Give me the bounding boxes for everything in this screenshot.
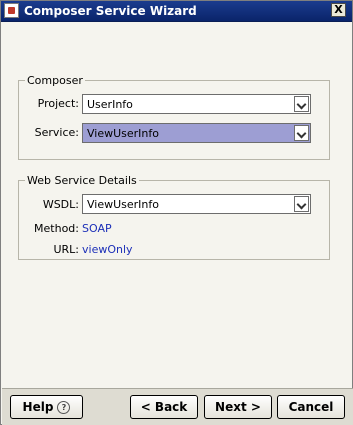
cancel-button-label: Cancel xyxy=(288,400,334,414)
service-label: Service: xyxy=(34,126,79,139)
wsdl-select-value: ViewUserInfo xyxy=(87,198,159,211)
web-service-legend: Web Service Details xyxy=(27,174,137,187)
wsdl-label: WSDL: xyxy=(42,198,79,211)
service-select-value: ViewUserInfo xyxy=(87,127,159,140)
help-button[interactable]: Help? xyxy=(10,395,83,419)
composer-group: Composer xyxy=(18,74,330,160)
wizard-window: Composer Service Wizard X Composer Proje… xyxy=(0,0,353,425)
button-bar: Help? < Back Next > Cancel xyxy=(2,389,353,425)
url-label: URL: xyxy=(53,243,79,256)
project-select[interactable]: UserInfo xyxy=(82,94,311,114)
help-button-label: Help xyxy=(22,400,54,414)
service-select[interactable]: ViewUserInfo xyxy=(82,123,311,143)
chevron-down-icon[interactable] xyxy=(294,196,309,212)
project-select-value: UserInfo xyxy=(87,98,133,111)
chevron-down-icon[interactable] xyxy=(294,125,309,141)
method-value: SOAP xyxy=(82,222,112,235)
back-button-label: < Back xyxy=(140,400,188,414)
next-button-label: Next > xyxy=(215,400,261,414)
close-button[interactable]: X xyxy=(331,3,346,17)
wizard-content: Composer Project: UserInfo Service: View… xyxy=(2,22,352,388)
app-icon xyxy=(4,3,19,18)
title-bar[interactable]: Composer Service Wizard X xyxy=(1,1,352,22)
project-label: Project: xyxy=(37,97,79,110)
help-icon: ? xyxy=(57,401,71,414)
cancel-button[interactable]: Cancel xyxy=(277,395,345,419)
wsdl-select[interactable]: ViewUserInfo xyxy=(82,194,311,214)
chevron-down-icon[interactable] xyxy=(294,96,309,112)
method-label: Method: xyxy=(34,222,79,235)
next-button[interactable]: Next > xyxy=(204,395,272,419)
window-title: Composer Service Wizard xyxy=(24,4,197,18)
back-button[interactable]: < Back xyxy=(130,395,198,419)
composer-legend: Composer xyxy=(27,74,83,87)
url-value: viewOnly xyxy=(82,243,133,256)
